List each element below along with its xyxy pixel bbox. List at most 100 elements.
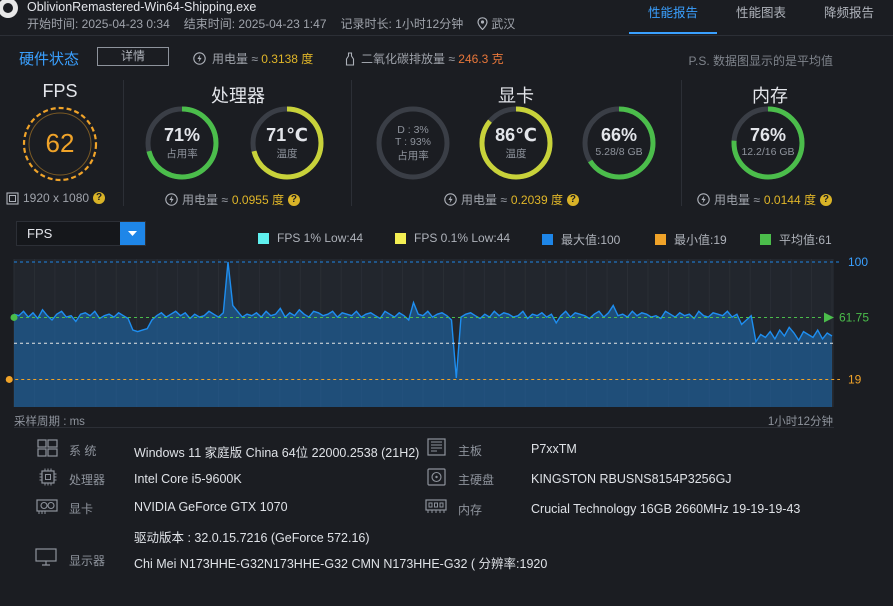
legend-low1: FPS 1% Low:44	[258, 231, 363, 245]
co2-bottle-icon	[345, 51, 355, 66]
power-icon	[697, 193, 710, 206]
session-meta: 开始时间: 2025-04-23 0:34 结束时间: 2025-04-23 1…	[27, 15, 515, 32]
board-label: 主板	[458, 444, 483, 458]
location-pin-icon	[477, 17, 488, 30]
min-value-label: 19	[848, 372, 862, 386]
hardware-status-title: 硬件状态	[19, 51, 80, 68]
resolution-text: 1920 x 1080	[23, 191, 90, 205]
cpu-power: 用电量 ≈ 0.0955 度 ?	[165, 191, 300, 208]
co2-label: 二氧化碳排放量 ≈	[361, 52, 459, 66]
legend-min-label: 最小值:19	[674, 233, 727, 247]
fps-resolution: 1920 x 1080 ?	[6, 191, 106, 205]
location-text: 武汉	[491, 17, 516, 31]
mem-power: 用电量 ≈ 0.0144 度 ?	[697, 191, 832, 208]
min-marker	[5, 375, 13, 383]
monitor-value: Chi Mei N173HHE-G32N173HHE-G32 CMN N173H…	[134, 557, 548, 571]
legend-avg-label: 平均值:61	[779, 233, 832, 247]
help-icon[interactable]: ?	[287, 193, 300, 206]
cpu-usage-value: 71%	[163, 125, 201, 145]
gpu-power: 用电量 ≈ 0.2039 度 ?	[444, 191, 579, 208]
legend-avg: 平均值:61	[760, 231, 832, 248]
legend-max: 最大值:100	[542, 231, 620, 248]
legend-swatch	[760, 234, 771, 245]
co2-value: 246.3 克	[458, 52, 504, 66]
legend-swatch	[542, 234, 553, 245]
fps-value: 62	[45, 128, 75, 158]
tab-performance-report[interactable]: 性能报告	[629, 0, 717, 34]
gpu-value: NVIDIA GeForce GTX 1070	[134, 500, 288, 514]
metric-select-value: FPS	[27, 226, 53, 241]
os-value: Windows 11 家庭版 China 64位 22000.2538 (21H…	[134, 446, 420, 460]
gpu-vram-label: 5.28/8 GB	[595, 146, 643, 158]
cpu-temp-label: 温度	[276, 148, 298, 160]
gpu-usage-label: 占用率	[397, 150, 429, 162]
cpu-temp-readout: 71℃ 温度	[255, 125, 319, 161]
mem-usage-label: 12.2/16 GB	[741, 146, 795, 158]
avg-value-label: 61.75	[839, 310, 869, 324]
average-note: P.S. 数据图显示的是平均值	[688, 54, 833, 68]
board-value: P7xxTM	[531, 442, 577, 456]
monitor-label: 显示器	[69, 554, 106, 568]
details-button[interactable]: 详情	[97, 47, 169, 66]
cpu-temp-value: 71℃	[266, 125, 308, 145]
legend-low1-label: FPS 1% Low:44	[277, 231, 364, 245]
gpu-t-usage: T : 93%	[395, 136, 431, 148]
power-icon	[193, 52, 206, 65]
gpu-label: 显卡	[69, 502, 94, 516]
disk-label: 主硬盘	[458, 473, 495, 487]
gpu-temp-label: 温度	[505, 148, 527, 160]
driver-version: 驱动版本 : 32.0.15.7216 (GeForce 572.16)	[134, 531, 370, 545]
disk-value: KINGSTON RBUSNS8154P3256GJ	[531, 472, 732, 486]
ram-label: 内存	[458, 503, 483, 517]
co2-emission: 二氧化碳排放量 ≈ 246.3 克	[345, 50, 504, 67]
cpu-power-label: 用电量 ≈	[182, 193, 228, 207]
ram-value: Crucial Technology 16GB 2660MHz 19-19-19…	[531, 502, 801, 516]
cpu-label: 处理器	[69, 473, 106, 487]
avg-marker	[10, 313, 18, 321]
gpu-d-usage: D : 3%	[397, 124, 429, 136]
start-time: 开始时间: 2025-04-23 0:34	[27, 17, 170, 31]
help-icon[interactable]: ?	[93, 192, 106, 204]
total-power: 用电量 ≈ 0.3138 度	[193, 50, 313, 67]
chevron-down-icon	[128, 231, 137, 236]
report-tabs: 性能报告 性能图表 降频报告	[629, 0, 893, 34]
app-icon	[0, 0, 18, 18]
gpu-power-value: 0.2039 度	[510, 193, 563, 207]
power-icon	[165, 193, 178, 206]
fps-chart[interactable]: 100 61.75 19	[0, 255, 893, 410]
cpu-usage-label: 占用率	[166, 148, 198, 160]
cpu-value: Intel Core i5-9600K	[134, 472, 242, 486]
gpu-usage-readout: D : 3% T : 93% 占用率	[381, 124, 445, 163]
help-icon[interactable]: ?	[566, 193, 579, 206]
end-time: 结束时间: 2025-04-23 1:47	[183, 17, 327, 31]
max-value-label: 100	[848, 255, 868, 269]
legend-low01: FPS 0.1% Low:44	[395, 231, 510, 245]
total-power-value: 0.3138 度	[261, 52, 314, 66]
legend-swatch	[655, 234, 666, 245]
gpu-vram-readout: 66% 5.28/8 GB	[587, 125, 651, 158]
mem-usage-readout: 76% 12.2/16 GB	[733, 125, 803, 158]
legend-max-label: 最大值:100	[561, 233, 621, 247]
legend-swatch	[395, 232, 406, 244]
monitor-icon	[35, 548, 57, 566]
divider	[14, 427, 834, 428]
gpu-vram-value: 66%	[600, 125, 638, 145]
cpu-power-value: 0.0955 度	[231, 193, 284, 207]
power-icon	[444, 193, 457, 206]
screen-resolution-icon	[6, 191, 19, 205]
hard-disk-icon	[427, 468, 446, 486]
os-label: 系 统	[69, 444, 97, 458]
ram-icon	[425, 499, 447, 513]
mem-power-value: 0.0144 度	[763, 193, 816, 207]
dropdown-button[interactable]	[120, 222, 145, 245]
graphics-card-icon	[36, 499, 58, 514]
legend-low01-label: FPS 0.1% Low:44	[414, 231, 511, 245]
help-icon[interactable]: ?	[819, 193, 832, 206]
metric-select[interactable]: FPS	[16, 221, 146, 246]
title-bar: OblivionRemastered-Win64-Shipping.exe 开始…	[0, 0, 893, 36]
legend-swatch	[258, 232, 269, 244]
gpu-temp-readout: 86℃ 温度	[484, 125, 548, 161]
gpu-temp-value: 86℃	[495, 125, 537, 145]
tab-throttle-report[interactable]: 降频报告	[805, 0, 893, 34]
tab-performance-chart[interactable]: 性能图表	[717, 0, 805, 34]
